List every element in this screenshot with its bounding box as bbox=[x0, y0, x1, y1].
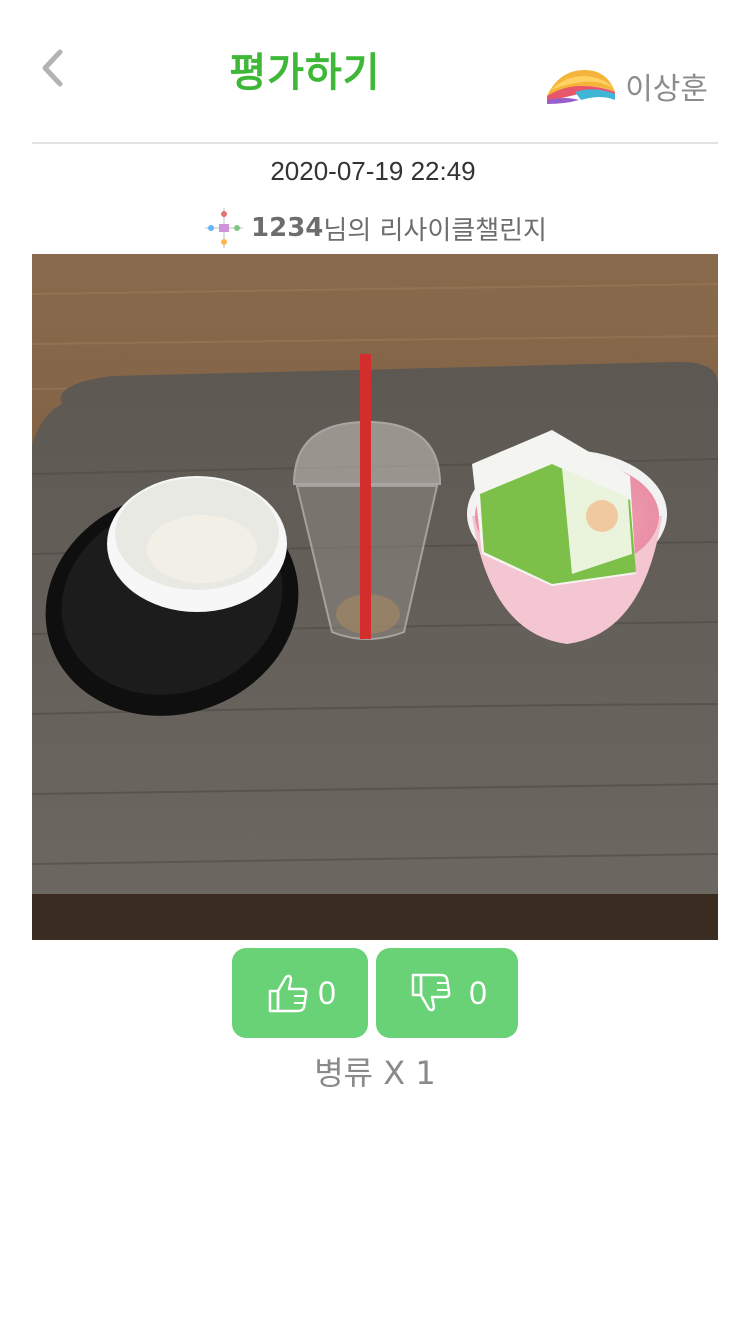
challenge-photo[interactable] bbox=[32, 254, 718, 940]
challenge-label: 님의 리사이클챌린지 bbox=[323, 215, 547, 246]
author-id: 1234 bbox=[251, 213, 324, 243]
app-logo-icon bbox=[547, 70, 616, 104]
thumbs-up-icon bbox=[268, 974, 308, 1013]
page-title: 평가하기 bbox=[229, 50, 381, 96]
user-name: 이상훈 bbox=[625, 72, 708, 107]
recycling-items-image bbox=[32, 254, 718, 940]
like-count: 0 bbox=[318, 974, 336, 1011]
thumbs-down-icon bbox=[411, 973, 451, 1012]
dislike-button[interactable]: 0 bbox=[376, 948, 518, 1038]
challenge-owner: 1234 님의 리사이클챌린지 bbox=[0, 204, 746, 252]
user-profile[interactable]: 이상훈 bbox=[545, 64, 708, 108]
dislike-count: 0 bbox=[469, 974, 487, 1011]
header-divider bbox=[32, 142, 718, 144]
recycle-summary: 병류 X 1 bbox=[314, 1054, 436, 1092]
like-button[interactable]: 0 bbox=[232, 948, 368, 1038]
post-datetime: 2020-07-19 22:49 bbox=[270, 156, 476, 186]
vote-buttons: 0 0 bbox=[232, 948, 518, 1038]
avatar bbox=[199, 204, 250, 252]
